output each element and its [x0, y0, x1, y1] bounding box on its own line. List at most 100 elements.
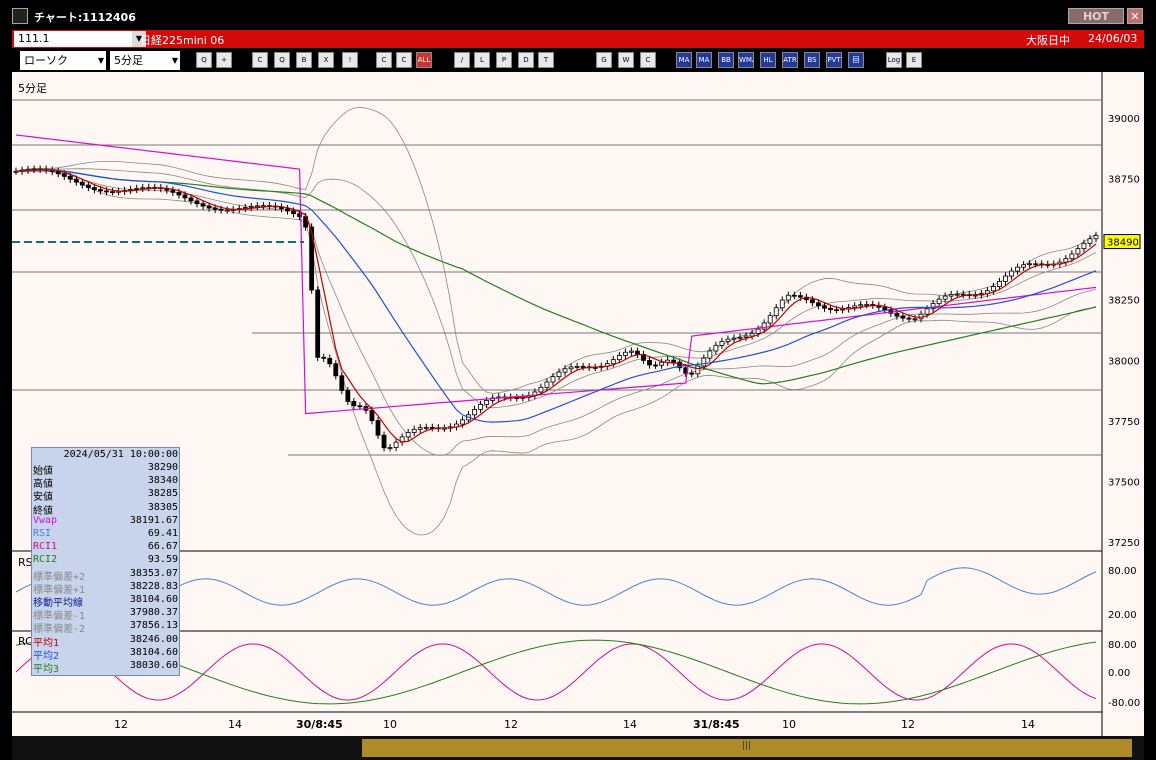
candle-body: [1063, 258, 1069, 263]
atr-icon[interactable]: ATR: [782, 52, 798, 68]
interval-select[interactable]: 5分足 ▼: [110, 51, 180, 70]
doc-icon[interactable]: D: [518, 52, 534, 68]
candle-body: [369, 409, 375, 421]
data-window-row: 標準偏差+1 38228.83: [33, 581, 179, 596]
close-button[interactable]: ✕: [1127, 8, 1143, 24]
candle-body: [1003, 275, 1008, 282]
search-icon[interactable]: Q: [274, 52, 290, 68]
candle3-icon[interactable]: C: [396, 52, 412, 68]
candle2-icon[interactable]: C: [376, 52, 392, 68]
candle-body: [254, 205, 260, 208]
candle-body: [423, 426, 429, 429]
candle-body: [737, 336, 743, 339]
candle-body: [761, 322, 767, 330]
candle-body: [719, 341, 725, 346]
candle-body: [912, 318, 918, 321]
row-value: 38285: [147, 488, 178, 500]
row-key: 平均3: [33, 664, 60, 675]
candle-body: [906, 317, 912, 320]
current-price-label: 38490: [1107, 238, 1139, 249]
candle-body: [110, 191, 115, 194]
trash-icon[interactable]: T: [538, 52, 554, 68]
horizontal-scrollbar[interactable]: |||: [12, 736, 1144, 760]
color-icon[interactable]: C: [640, 52, 656, 68]
rsi-tick-label: 80.00: [1108, 566, 1137, 577]
cursor-icon[interactable]: +: [216, 52, 232, 68]
candle-body: [755, 328, 761, 334]
info-icon[interactable]: !: [342, 52, 358, 68]
candle-body: [411, 428, 417, 433]
wrench-icon[interactable]: W: [618, 52, 634, 68]
candle-body: [743, 335, 749, 338]
data-window-row: 平均1 38246.00: [33, 634, 179, 649]
candle-body: [1075, 248, 1081, 255]
candle-body: [749, 332, 755, 337]
pointer-icon[interactable]: P: [496, 52, 512, 68]
candle-body: [92, 187, 97, 190]
bar-icon[interactable]: B: [296, 52, 312, 68]
candle-body: [79, 181, 85, 186]
data-window-row: 安値 38285: [33, 488, 179, 503]
candle-body: [852, 305, 858, 308]
candle-body: [538, 386, 544, 393]
data-window-row: 始値 38290: [33, 462, 179, 477]
candle-body: [647, 359, 652, 366]
candle-body: [381, 434, 387, 449]
time-tick-label: 14: [228, 718, 242, 731]
toolbar: ローソク▼ 5分足▼ Q+CQBX!CCALL/LPDTGWCMAMABBWMA…: [12, 48, 1144, 72]
pen-icon[interactable]: /: [454, 52, 470, 68]
candle-body: [1015, 266, 1020, 272]
time-tick-label: 14: [623, 718, 637, 731]
chart-canvas[interactable]: 3900038750385003825038000377503750037250…: [12, 72, 1144, 736]
bb-icon[interactable]: BB: [718, 52, 734, 68]
window-title: チャート:1112406: [34, 11, 136, 24]
hl-icon[interactable]: HL: [760, 52, 776, 68]
app-icon: [12, 8, 28, 24]
candle-body: [622, 351, 628, 356]
code-input[interactable]: 111.1: [14, 31, 134, 47]
candle-body: [629, 350, 634, 353]
all-icon[interactable]: ALL: [416, 52, 432, 68]
export-icon[interactable]: E: [906, 52, 922, 68]
candle-body: [478, 403, 483, 410]
candle-body: [991, 286, 996, 292]
candle-body: [610, 359, 616, 365]
pvt-icon[interactable]: PVT: [826, 52, 842, 68]
interval-value: 5分足: [114, 54, 143, 67]
hot-button[interactable]: HOT: [1068, 8, 1124, 24]
ma2-icon[interactable]: MA: [696, 52, 712, 68]
ichimoku-icon[interactable]: BS: [804, 52, 820, 68]
ma-icon[interactable]: MA: [676, 52, 692, 68]
candle-body: [834, 309, 839, 312]
data-window-datetime: 2024/05/31 10:00:00: [33, 449, 179, 462]
candle-body: [387, 447, 393, 449]
grid-icon[interactable]: G: [596, 52, 612, 68]
row-value: 66.67: [147, 541, 178, 553]
candle-body: [779, 299, 785, 309]
instrument-name: 日経225mini 06: [140, 34, 225, 47]
candle-body: [725, 338, 731, 342]
candle-body: [200, 203, 206, 207]
candle-icon[interactable]: C: [252, 52, 268, 68]
row-value: 38030.60: [129, 660, 178, 671]
chart-type-select[interactable]: ローソク ▼: [20, 51, 106, 70]
window-icon[interactable]: 回: [848, 52, 864, 68]
candle-body: [689, 372, 695, 375]
candle-body: [900, 315, 906, 319]
link-icon[interactable]: L: [474, 52, 490, 68]
candle-body: [544, 381, 550, 388]
chart-area[interactable]: 3900038750385003825038000377503750037250…: [12, 72, 1144, 736]
candle-body: [858, 304, 864, 307]
log-icon[interactable]: Log: [886, 52, 902, 68]
candle-body: [1087, 238, 1093, 244]
cross-icon[interactable]: X: [318, 52, 334, 68]
wma-icon[interactable]: WMA: [738, 52, 754, 68]
candle-body: [339, 375, 345, 391]
zoom-icon[interactable]: Q: [196, 52, 212, 68]
candle-body: [785, 294, 791, 301]
candle-body: [417, 427, 423, 430]
scrollbar-thumb-icon[interactable]: |||: [742, 741, 751, 753]
candle-body: [206, 205, 212, 209]
time-tick-label: 31/8:45: [693, 718, 740, 731]
candle-body: [954, 293, 960, 296]
